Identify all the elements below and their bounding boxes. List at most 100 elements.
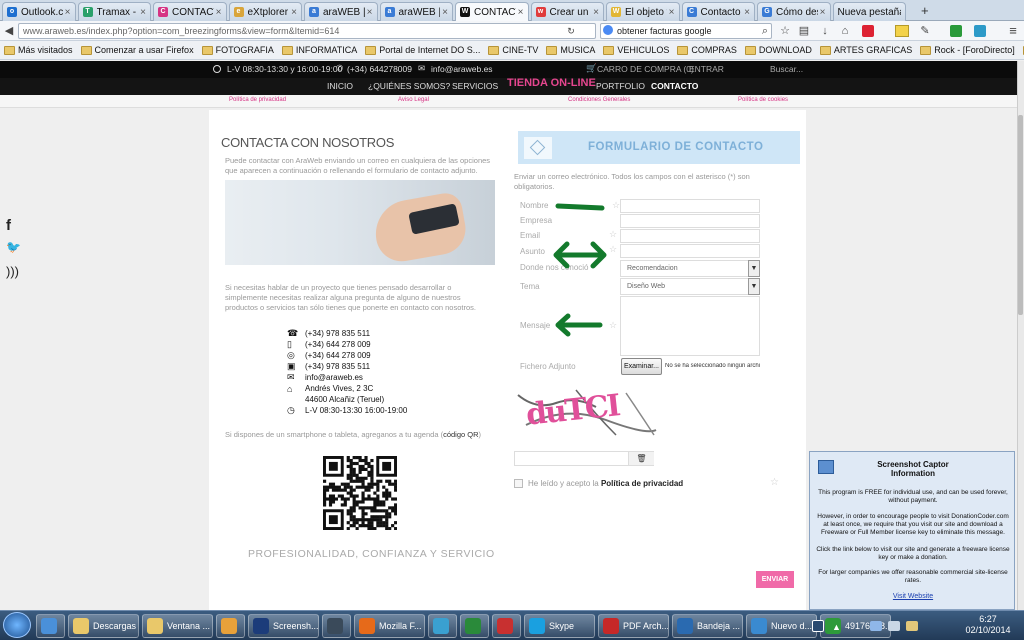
bookmark-item[interactable]: COMPRAS (677, 45, 737, 55)
close-icon[interactable]: × (516, 7, 524, 18)
privacy-link[interactable]: Política de privacidad (229, 97, 286, 103)
taskbar-item[interactable] (216, 614, 245, 638)
taskbar-item[interactable]: Screensh... (248, 614, 319, 638)
browser-tab[interactable]: W El objeto win...× (606, 2, 680, 21)
url-bar[interactable]: www.araweb.es/index.php?option=com_breez… (18, 23, 596, 39)
close-icon[interactable]: × (591, 7, 599, 18)
addon-icon[interactable] (895, 25, 909, 37)
browser-tab[interactable]: aaraWEB | Prog...× (304, 2, 378, 21)
rss-icon[interactable]: ))) (6, 264, 20, 279)
site-search-input[interactable]: Buscar... (770, 64, 803, 74)
menu-portfolio[interactable]: PORTFOLIO (596, 81, 645, 91)
scrollbar-thumb[interactable] (1018, 115, 1023, 315)
asunto-field[interactable] (620, 244, 760, 258)
menu-servicios[interactable]: SERVICIOS (452, 81, 498, 91)
taskbar-item[interactable] (322, 614, 351, 638)
clock[interactable]: 6:27 02/10/2014 (960, 614, 1016, 636)
terms-link[interactable]: Condiciones Generales (568, 97, 630, 103)
reload-icon[interactable]: ↻ (564, 24, 578, 38)
bookmark-item[interactable]: Más visitados (4, 45, 73, 55)
addon-icon[interactable] (974, 25, 986, 37)
close-icon[interactable]: × (365, 7, 373, 18)
tema-select[interactable]: Diseño Web (620, 278, 760, 295)
nombre-field[interactable] (620, 199, 760, 213)
bookmarks-menu-icon[interactable]: ▤ (797, 24, 811, 38)
browse-button[interactable]: Examinar... (621, 358, 662, 375)
menu-tienda-online[interactable]: TIENDA ON-LINE (507, 77, 596, 89)
trash-icon[interactable]: 🗑 (628, 452, 654, 465)
menu-inicio[interactable]: INICIO (327, 81, 353, 91)
taskbar-item[interactable]: Mozilla F... (354, 614, 425, 638)
bookmark-item[interactable]: Rock - [ForoDirecto] (920, 45, 1015, 55)
volume-icon[interactable] (888, 621, 900, 631)
privacy-checkbox[interactable] (514, 479, 523, 488)
bookmark-item[interactable]: Portal de Internet DO S... (365, 45, 480, 55)
browser-tab[interactable]: wCrear un texto...× (530, 2, 604, 21)
bookmark-item[interactable]: CINE-TV (488, 45, 538, 55)
login-link[interactable]: ENTRAR (689, 64, 724, 74)
addon-icon[interactable] (950, 25, 962, 37)
browser-tab[interactable]: W CONTACT...× (455, 2, 529, 21)
browser-tab[interactable]: o Outlook.com ...× (2, 2, 76, 21)
bookmark-item[interactable]: INFORMATICA (281, 45, 357, 55)
downloads-icon[interactable]: ↓ (818, 24, 832, 38)
bookmark-item[interactable]: MUSICA (546, 45, 595, 55)
bookmark-item[interactable]: Comenzar a usar Firefox (80, 45, 194, 55)
legal-notice-link[interactable]: Aviso Legal (398, 97, 429, 103)
search-icon[interactable]: ⌕ (758, 24, 772, 38)
browser-tab[interactable]: Nueva pestaña (832, 2, 906, 21)
browser-tab[interactable]: TTramax - Ad...× (77, 2, 151, 21)
bookmark-item[interactable]: VEHICULOS (603, 45, 669, 55)
bookmark-star-icon[interactable]: ☆ (778, 24, 792, 38)
taskbar-item[interactable] (492, 614, 521, 638)
taskbar-item[interactable] (460, 614, 489, 638)
browser-tab[interactable]: G Cómo descar...× (757, 2, 831, 21)
browser-tab[interactable]: eeXtplorer -× (228, 2, 302, 21)
addon-icon[interactable] (862, 25, 874, 37)
close-icon[interactable]: × (63, 7, 71, 18)
close-icon[interactable]: × (667, 7, 675, 18)
new-tab-button[interactable]: + (921, 3, 929, 18)
close-icon[interactable]: × (214, 7, 222, 18)
pen-icon[interactable]: ✎ (918, 24, 932, 38)
menu-icon[interactable]: ≡ (1006, 24, 1020, 38)
facebook-icon[interactable]: f (6, 217, 20, 234)
menu-quienes-somos[interactable]: ¿QUIÉNES SOMOS? (368, 81, 450, 91)
qr-code-link[interactable]: código QR (443, 430, 478, 439)
site-email[interactable]: info@araweb.es (431, 64, 493, 74)
taskbar-item[interactable]: Nuevo d... (746, 614, 817, 638)
tray-icons[interactable]: ▲ (832, 622, 841, 632)
send-button[interactable]: ENVIAR (756, 571, 794, 588)
email-field[interactable] (620, 229, 760, 243)
close-icon[interactable]: × (440, 7, 448, 18)
taskbar-item[interactable]: Bandeja ... (672, 614, 743, 638)
visit-website-link[interactable]: Visit Website (810, 593, 1016, 600)
menu-contacto[interactable]: CONTACTO (651, 81, 698, 91)
flag-icon[interactable] (812, 620, 824, 632)
privacy-policy-link[interactable]: Política de privacidad (601, 479, 683, 488)
taskbar-item[interactable]: PDF Arch... (598, 614, 669, 638)
cookies-link[interactable]: Política de cookies (738, 97, 788, 103)
back-icon[interactable]: ◀ (2, 24, 16, 38)
taskbar-item[interactable] (36, 614, 65, 638)
close-icon[interactable]: × (742, 7, 750, 18)
cart-link[interactable]: CARRO DE COMPRA (0) (597, 64, 694, 74)
browser-tab[interactable]: aaraWEB | Prog...× (379, 2, 453, 21)
taskbar-item[interactable]: Descargas (68, 614, 139, 638)
browser-tab[interactable]: CContacto | M...× (681, 2, 755, 21)
bookmark-item[interactable]: FOTOGRAFIA (201, 45, 274, 55)
bookmark-item[interactable]: ARTES GRAFICAS (819, 45, 912, 55)
donde-select[interactable]: Recomendacion (620, 260, 760, 277)
network-icon[interactable] (870, 621, 882, 631)
home-icon[interactable]: ⌂ (838, 24, 852, 38)
battery-icon[interactable] (906, 621, 918, 631)
browser-tab[interactable]: C CONTACTAN...× (153, 2, 227, 21)
close-icon[interactable]: × (818, 7, 826, 18)
empresa-field[interactable] (620, 214, 760, 228)
search-engine-input[interactable]: obtener facturas google (600, 23, 772, 39)
mensaje-textarea[interactable] (620, 296, 760, 356)
taskbar-item[interactable]: Ventana ... (142, 614, 213, 638)
taskbar-item[interactable] (428, 614, 457, 638)
chevron-down-icon[interactable]: ▼ (748, 278, 760, 295)
close-icon[interactable]: × (138, 7, 146, 18)
